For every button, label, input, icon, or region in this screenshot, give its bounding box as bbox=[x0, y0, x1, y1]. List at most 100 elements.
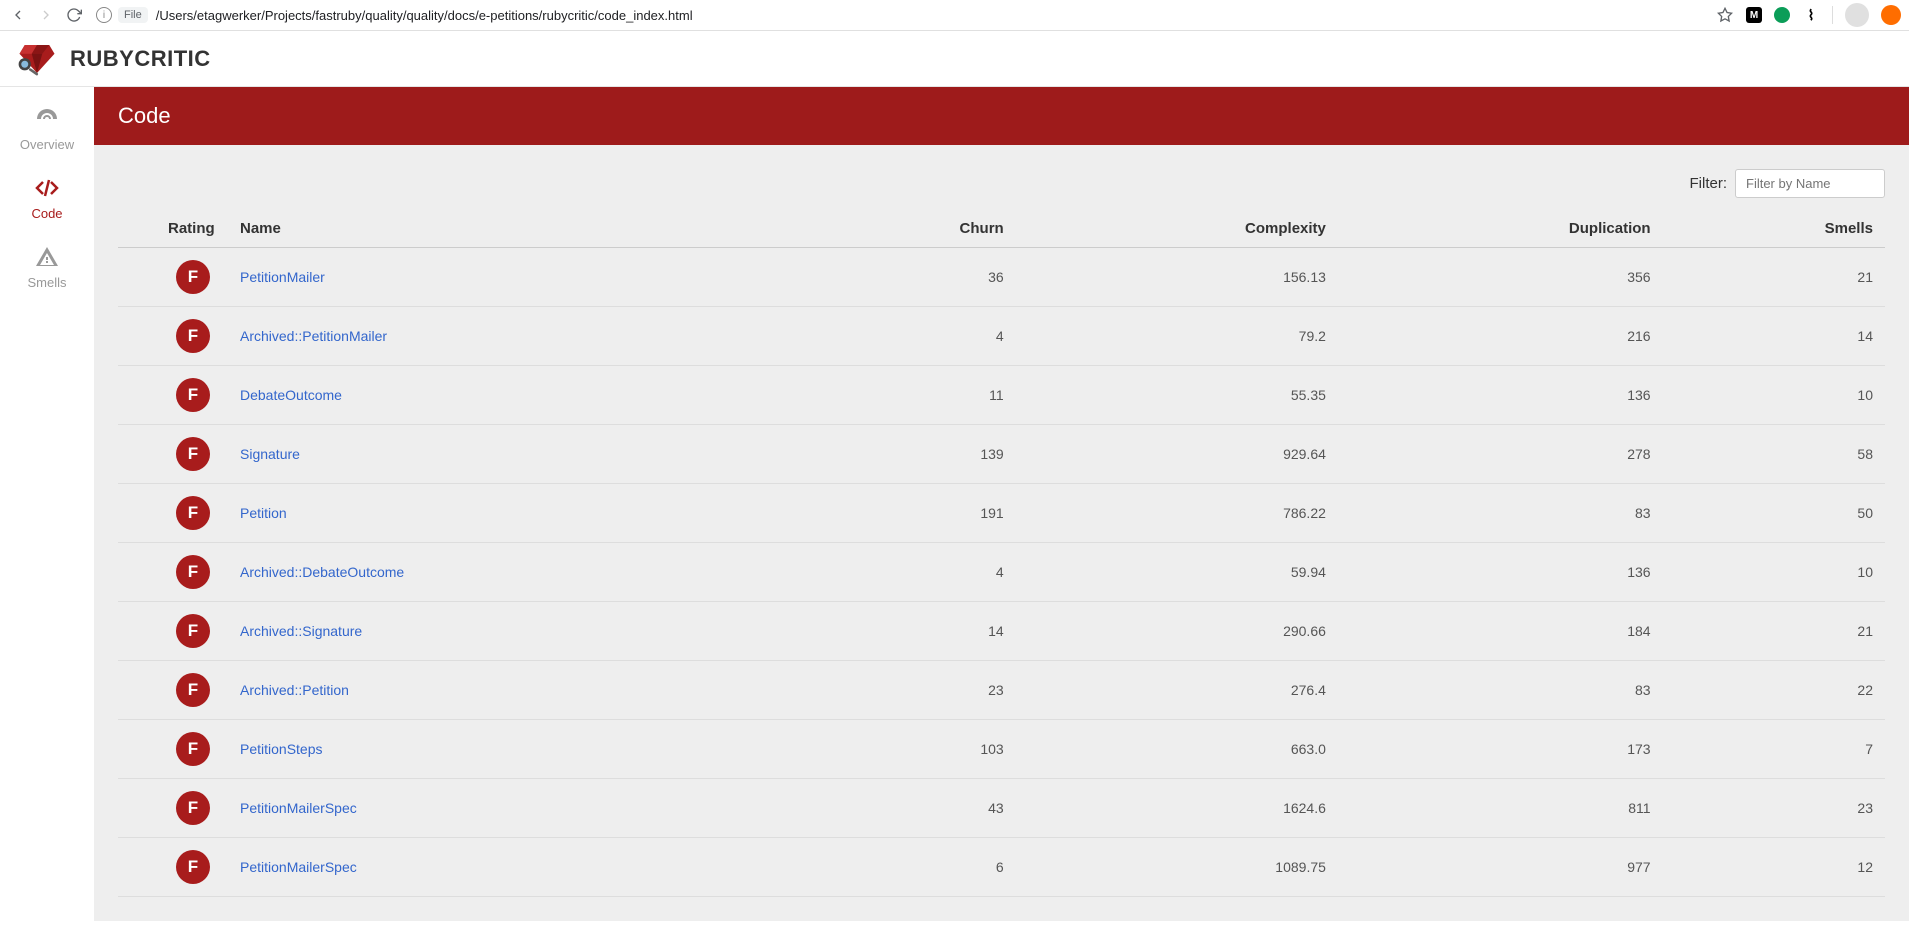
cell-smells: 12 bbox=[1663, 838, 1885, 897]
cell-smells: 10 bbox=[1663, 366, 1885, 425]
col-smells[interactable]: Smells bbox=[1663, 210, 1885, 248]
cell-duplication: 811 bbox=[1338, 779, 1663, 838]
cell-churn: 36 bbox=[806, 248, 1015, 307]
cell-complexity: 79.2 bbox=[1016, 307, 1338, 366]
cell-churn: 6 bbox=[806, 838, 1015, 897]
dashboard-icon bbox=[35, 107, 59, 131]
address-bar[interactable]: i File /Users/etagwerker/Projects/fastru… bbox=[96, 7, 1704, 23]
name-link[interactable]: Archived::DebateOutcome bbox=[240, 564, 404, 580]
name-link[interactable]: Archived::Petition bbox=[240, 682, 349, 698]
cell-duplication: 278 bbox=[1338, 425, 1663, 484]
cell-churn: 4 bbox=[806, 307, 1015, 366]
extension-orange-icon[interactable] bbox=[1881, 5, 1901, 25]
name-link[interactable]: Petition bbox=[240, 505, 287, 521]
chrome-actions: M ⌇ bbox=[1716, 3, 1901, 27]
reload-button[interactable] bbox=[64, 5, 84, 25]
info-icon: i bbox=[96, 7, 112, 23]
divider bbox=[1832, 6, 1833, 24]
name-link[interactable]: DebateOutcome bbox=[240, 387, 342, 403]
cell-duplication: 216 bbox=[1338, 307, 1663, 366]
name-link[interactable]: PetitionMailerSpec bbox=[240, 859, 357, 875]
rating-badge: F bbox=[176, 260, 210, 294]
star-icon[interactable] bbox=[1716, 6, 1734, 24]
cell-complexity: 276.4 bbox=[1016, 661, 1338, 720]
sidebar-item-overview[interactable]: Overview bbox=[0, 95, 94, 164]
rubycritic-logo-icon bbox=[16, 38, 58, 80]
sidebar-item-label: Code bbox=[31, 206, 62, 221]
col-name[interactable]: Name bbox=[228, 210, 806, 248]
extension-zigzag-icon[interactable]: ⌇ bbox=[1802, 6, 1820, 24]
rating-badge: F bbox=[176, 378, 210, 412]
cell-churn: 14 bbox=[806, 602, 1015, 661]
name-link[interactable]: Archived::PetitionMailer bbox=[240, 328, 387, 344]
table-row: FPetitionMailerSpec61089.7597712 bbox=[118, 838, 1885, 897]
forward-button[interactable] bbox=[36, 5, 56, 25]
filter-input[interactable] bbox=[1735, 169, 1885, 198]
name-link[interactable]: PetitionSteps bbox=[240, 741, 323, 757]
cell-churn: 43 bbox=[806, 779, 1015, 838]
cell-churn: 11 bbox=[806, 366, 1015, 425]
cell-smells: 7 bbox=[1663, 720, 1885, 779]
cell-complexity: 59.94 bbox=[1016, 543, 1338, 602]
cell-duplication: 83 bbox=[1338, 484, 1663, 543]
col-churn[interactable]: Churn bbox=[806, 210, 1015, 248]
cell-duplication: 184 bbox=[1338, 602, 1663, 661]
rating-badge: F bbox=[176, 673, 210, 707]
cell-duplication: 977 bbox=[1338, 838, 1663, 897]
table-row: F PetitionMailerSpec 431624.681123 bbox=[118, 779, 1885, 838]
name-link[interactable]: PetitionMailer bbox=[240, 269, 325, 285]
cell-churn: 4 bbox=[806, 543, 1015, 602]
rating-badge: F bbox=[176, 319, 210, 353]
cell-smells: 23 bbox=[1663, 779, 1885, 838]
rating-badge: F bbox=[176, 791, 210, 825]
name-link[interactable]: Signature bbox=[240, 446, 300, 462]
table-row: FArchived::DebateOutcome459.9413610 bbox=[118, 543, 1885, 602]
url-text: /Users/etagwerker/Projects/fastruby/qual… bbox=[156, 8, 693, 23]
rating-badge: F bbox=[176, 437, 210, 471]
cell-smells: 50 bbox=[1663, 484, 1885, 543]
table-row: FArchived::Signature14290.6618421 bbox=[118, 602, 1885, 661]
rating-badge: F bbox=[176, 496, 210, 530]
sidebar-item-code[interactable]: Code bbox=[0, 164, 94, 233]
cell-smells: 58 bbox=[1663, 425, 1885, 484]
name-link[interactable]: Archived::Signature bbox=[240, 623, 362, 639]
cell-duplication: 173 bbox=[1338, 720, 1663, 779]
cell-complexity: 290.66 bbox=[1016, 602, 1338, 661]
app-header: RUBYCRITIC bbox=[0, 31, 1909, 87]
cell-duplication: 356 bbox=[1338, 248, 1663, 307]
cell-smells: 21 bbox=[1663, 602, 1885, 661]
filter-label: Filter: bbox=[1690, 175, 1728, 192]
cell-smells: 21 bbox=[1663, 248, 1885, 307]
col-complexity[interactable]: Complexity bbox=[1016, 210, 1338, 248]
warning-icon bbox=[35, 245, 59, 269]
cell-complexity: 156.13 bbox=[1016, 248, 1338, 307]
col-duplication[interactable]: Duplication bbox=[1338, 210, 1663, 248]
cell-complexity: 55.35 bbox=[1016, 366, 1338, 425]
cell-duplication: 136 bbox=[1338, 366, 1663, 425]
cell-complexity: 786.22 bbox=[1016, 484, 1338, 543]
profile-avatar[interactable] bbox=[1845, 3, 1869, 27]
back-button[interactable] bbox=[8, 5, 28, 25]
cell-smells: 22 bbox=[1663, 661, 1885, 720]
col-rating[interactable]: Rating bbox=[118, 210, 228, 248]
code-icon bbox=[35, 176, 59, 200]
cell-complexity: 1624.6 bbox=[1016, 779, 1338, 838]
cell-churn: 103 bbox=[806, 720, 1015, 779]
browser-chrome: i File /Users/etagwerker/Projects/fastru… bbox=[0, 0, 1909, 31]
table-row: FArchived::Petition23276.48322 bbox=[118, 661, 1885, 720]
extension-green-icon[interactable] bbox=[1774, 7, 1790, 23]
cell-complexity: 663.0 bbox=[1016, 720, 1338, 779]
sidebar-item-smells[interactable]: Smells bbox=[0, 233, 94, 302]
table-row: FArchived::PetitionMailer479.221614 bbox=[118, 307, 1885, 366]
code-table: Rating Name Churn Complexity Duplication… bbox=[118, 210, 1885, 897]
cell-complexity: 929.64 bbox=[1016, 425, 1338, 484]
cell-duplication: 83 bbox=[1338, 661, 1663, 720]
name-link[interactable]: PetitionMailerSpec bbox=[240, 800, 357, 816]
content-area: Code Filter: Rating Name Churn Complexit… bbox=[94, 87, 1909, 921]
page-title: Code bbox=[94, 87, 1909, 145]
table-row: FPetition191786.228350 bbox=[118, 484, 1885, 543]
cell-churn: 139 bbox=[806, 425, 1015, 484]
table-row: F Signature 139929.6427858 bbox=[118, 425, 1885, 484]
file-badge: File bbox=[118, 7, 148, 23]
extension-m-icon[interactable]: M bbox=[1746, 7, 1762, 23]
